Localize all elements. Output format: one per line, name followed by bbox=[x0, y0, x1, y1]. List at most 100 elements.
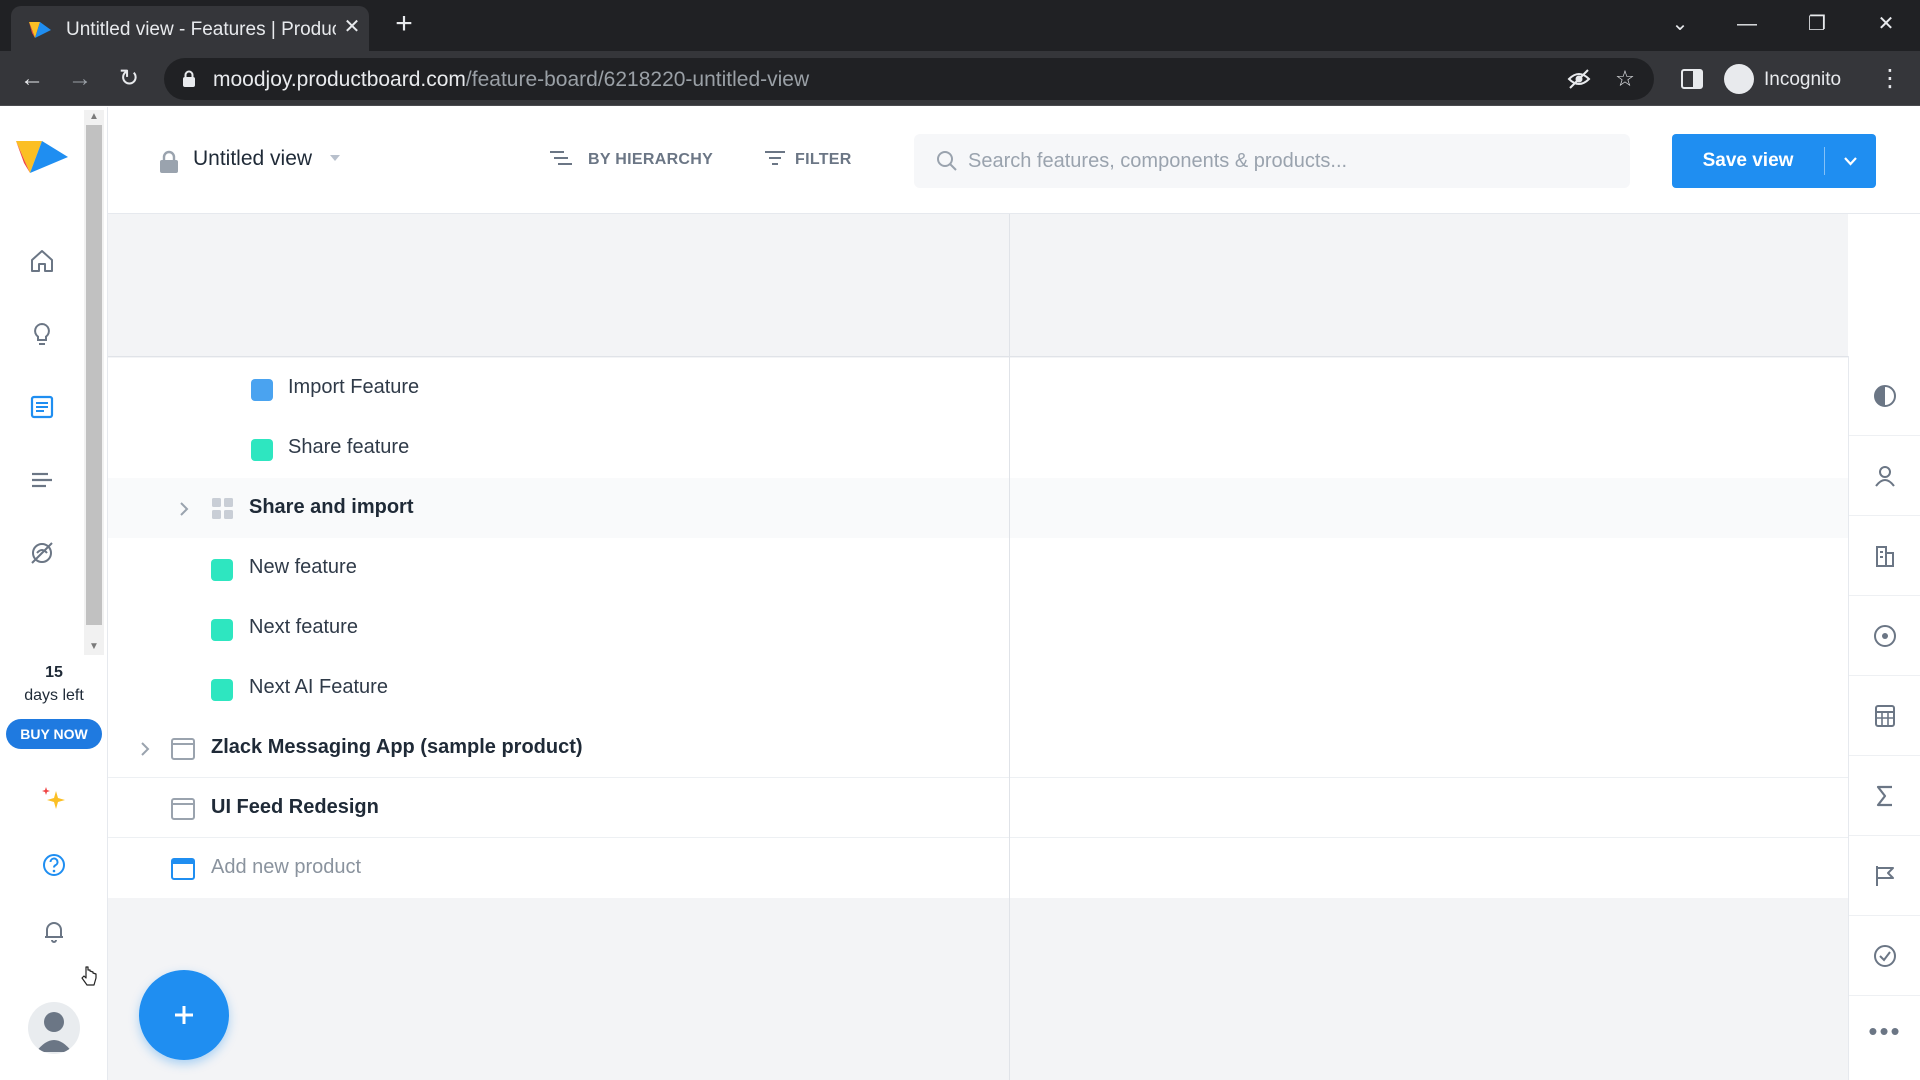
avatar-placeholder-icon bbox=[36, 1012, 72, 1052]
forward-icon[interactable]: → bbox=[64, 63, 96, 95]
url-text: moodjoy.productboard.com/feature-board/6… bbox=[213, 68, 809, 92]
incognito-label: Incognito bbox=[1764, 69, 1842, 90]
feature-color-swatch bbox=[211, 559, 233, 581]
feature-row[interactable]: Next AI Feature bbox=[108, 658, 1848, 718]
product-name[interactable]: UI Feed Redesign bbox=[211, 796, 379, 819]
pie-chart-icon bbox=[1874, 385, 1896, 407]
company-icon bbox=[1876, 546, 1894, 567]
incognito-icon bbox=[1724, 64, 1754, 94]
browser-menu-icon[interactable]: ⋮ bbox=[1878, 63, 1902, 95]
component-name[interactable]: Share and import bbox=[249, 496, 413, 519]
browser-toolbar: ← → ↻ moodjoy.productboard.com/feature-b… bbox=[0, 51, 1920, 106]
reload-icon[interactable]: ↻ bbox=[113, 63, 145, 95]
eye-off-icon[interactable] bbox=[1566, 66, 1592, 92]
group-by-hierarchy-button[interactable]: BY HIERARCHY bbox=[548, 145, 728, 175]
trial-days-label: days left bbox=[24, 687, 84, 704]
user-avatar[interactable] bbox=[28, 1002, 80, 1054]
calculator-button[interactable] bbox=[1849, 676, 1920, 756]
scroll-up-icon[interactable]: ▲ bbox=[88, 112, 100, 122]
column-divider bbox=[1009, 214, 1010, 1080]
search-input[interactable] bbox=[968, 144, 1608, 178]
sparkle-icon[interactable] bbox=[38, 783, 70, 815]
feature-name[interactable]: Import Feature bbox=[288, 376, 419, 399]
chevron-right-icon[interactable] bbox=[138, 740, 152, 758]
restore-icon[interactable]: ❐ bbox=[1797, 8, 1837, 40]
lock-icon bbox=[183, 70, 195, 87]
feature-color-swatch bbox=[251, 439, 273, 461]
trial-days-count: 15 bbox=[45, 664, 63, 681]
roadmap-icon[interactable] bbox=[26, 464, 58, 496]
insights-bulb-icon[interactable] bbox=[26, 318, 58, 350]
filter-button[interactable]: FILTER bbox=[763, 145, 863, 175]
release-button[interactable] bbox=[1849, 836, 1920, 916]
tab-search-icon[interactable]: ⌄ bbox=[1660, 8, 1700, 40]
create-new-button[interactable] bbox=[139, 970, 229, 1060]
product-row[interactable]: Zlack Messaging App (sample product) bbox=[108, 718, 1848, 778]
url-host: moodjoy.productboard.com bbox=[213, 68, 466, 91]
feature-color-swatch bbox=[251, 379, 273, 401]
feature-color-swatch bbox=[211, 619, 233, 641]
rail-scrollbar[interactable]: ▲ ▼ bbox=[84, 110, 104, 655]
add-product-icon bbox=[171, 858, 195, 880]
more-icon[interactable]: ••• bbox=[1849, 996, 1920, 1076]
feature-name[interactable]: New feature bbox=[249, 556, 357, 579]
status-button[interactable] bbox=[1849, 916, 1920, 996]
productboard-logo[interactable] bbox=[14, 137, 70, 177]
filter-icon bbox=[765, 151, 785, 165]
company-button[interactable] bbox=[1849, 516, 1920, 596]
url-path: /feature-board/6218220-untitled-view bbox=[465, 68, 810, 91]
product-icon bbox=[171, 738, 195, 760]
feature-board: Import Feature Share feature Share and i… bbox=[108, 214, 1848, 1080]
user-impact-button[interactable] bbox=[1849, 436, 1920, 516]
feature-row[interactable]: New feature bbox=[108, 538, 1848, 598]
chevron-right-icon[interactable] bbox=[177, 500, 191, 518]
objective-button[interactable] bbox=[1849, 596, 1920, 676]
target-icon bbox=[1874, 625, 1896, 647]
browser-tab[interactable]: Untitled view - Features | Productboard … bbox=[11, 6, 369, 51]
help-icon[interactable] bbox=[38, 849, 70, 881]
scroll-down-icon[interactable]: ▼ bbox=[88, 642, 100, 652]
bookmark-star-icon[interactable]: ☆ bbox=[1612, 66, 1638, 92]
save-view-split-button: Save view bbox=[1672, 134, 1876, 188]
product-row[interactable]: UI Feed Redesign bbox=[108, 778, 1848, 838]
back-icon[interactable]: ← bbox=[16, 63, 48, 95]
minimize-icon[interactable]: — bbox=[1727, 8, 1767, 40]
add-new-product-link[interactable]: Add new product bbox=[211, 856, 361, 879]
window-close-icon[interactable]: ✕ bbox=[1866, 8, 1906, 40]
product-icon bbox=[171, 798, 195, 820]
side-panel-icon[interactable] bbox=[1679, 66, 1705, 92]
address-bar[interactable]: moodjoy.productboard.com/feature-board/6… bbox=[164, 58, 1654, 100]
feature-color-swatch bbox=[211, 679, 233, 701]
incognito-indicator[interactable]: Incognito bbox=[1718, 58, 1866, 100]
feature-row[interactable]: Next feature bbox=[108, 598, 1848, 658]
home-icon[interactable] bbox=[26, 245, 58, 277]
formula-button[interactable] bbox=[1849, 756, 1920, 836]
feature-name[interactable]: Next feature bbox=[249, 616, 358, 639]
feature-name[interactable]: Next AI Feature bbox=[249, 676, 388, 699]
right-column-rail: ••• bbox=[1848, 356, 1920, 1080]
component-grid-icon bbox=[212, 498, 233, 519]
save-view-button[interactable]: Save view bbox=[1672, 134, 1824, 188]
add-product-row[interactable]: Add new product bbox=[108, 838, 1848, 898]
save-view-dropdown-button[interactable] bbox=[1825, 134, 1876, 188]
search-box bbox=[914, 134, 1630, 188]
new-tab-button[interactable]: + bbox=[390, 9, 418, 39]
portal-icon[interactable] bbox=[26, 537, 58, 569]
feature-row[interactable]: Import Feature bbox=[108, 358, 1848, 418]
scrollbar-thumb[interactable] bbox=[86, 125, 102, 625]
view-title[interactable]: Untitled view bbox=[193, 147, 312, 171]
view-lock-icon[interactable] bbox=[158, 150, 180, 174]
features-board-icon[interactable] bbox=[26, 391, 58, 423]
productboard-favicon-icon bbox=[29, 22, 51, 38]
product-name[interactable]: Zlack Messaging App (sample product) bbox=[211, 736, 583, 759]
feature-name[interactable]: Share feature bbox=[288, 436, 409, 459]
view-dropdown-caret-icon[interactable] bbox=[330, 155, 340, 161]
mouse-pointer-icon bbox=[81, 966, 97, 986]
plus-icon bbox=[175, 1006, 193, 1024]
pie-chart-button[interactable] bbox=[1849, 356, 1920, 436]
component-row[interactable]: Share and import bbox=[108, 478, 1848, 538]
feature-row[interactable]: Share feature bbox=[108, 418, 1848, 478]
bell-icon[interactable] bbox=[38, 915, 70, 947]
buy-now-button[interactable]: BUY NOW bbox=[6, 719, 102, 749]
tab-close-icon[interactable]: ✕ bbox=[341, 16, 363, 38]
